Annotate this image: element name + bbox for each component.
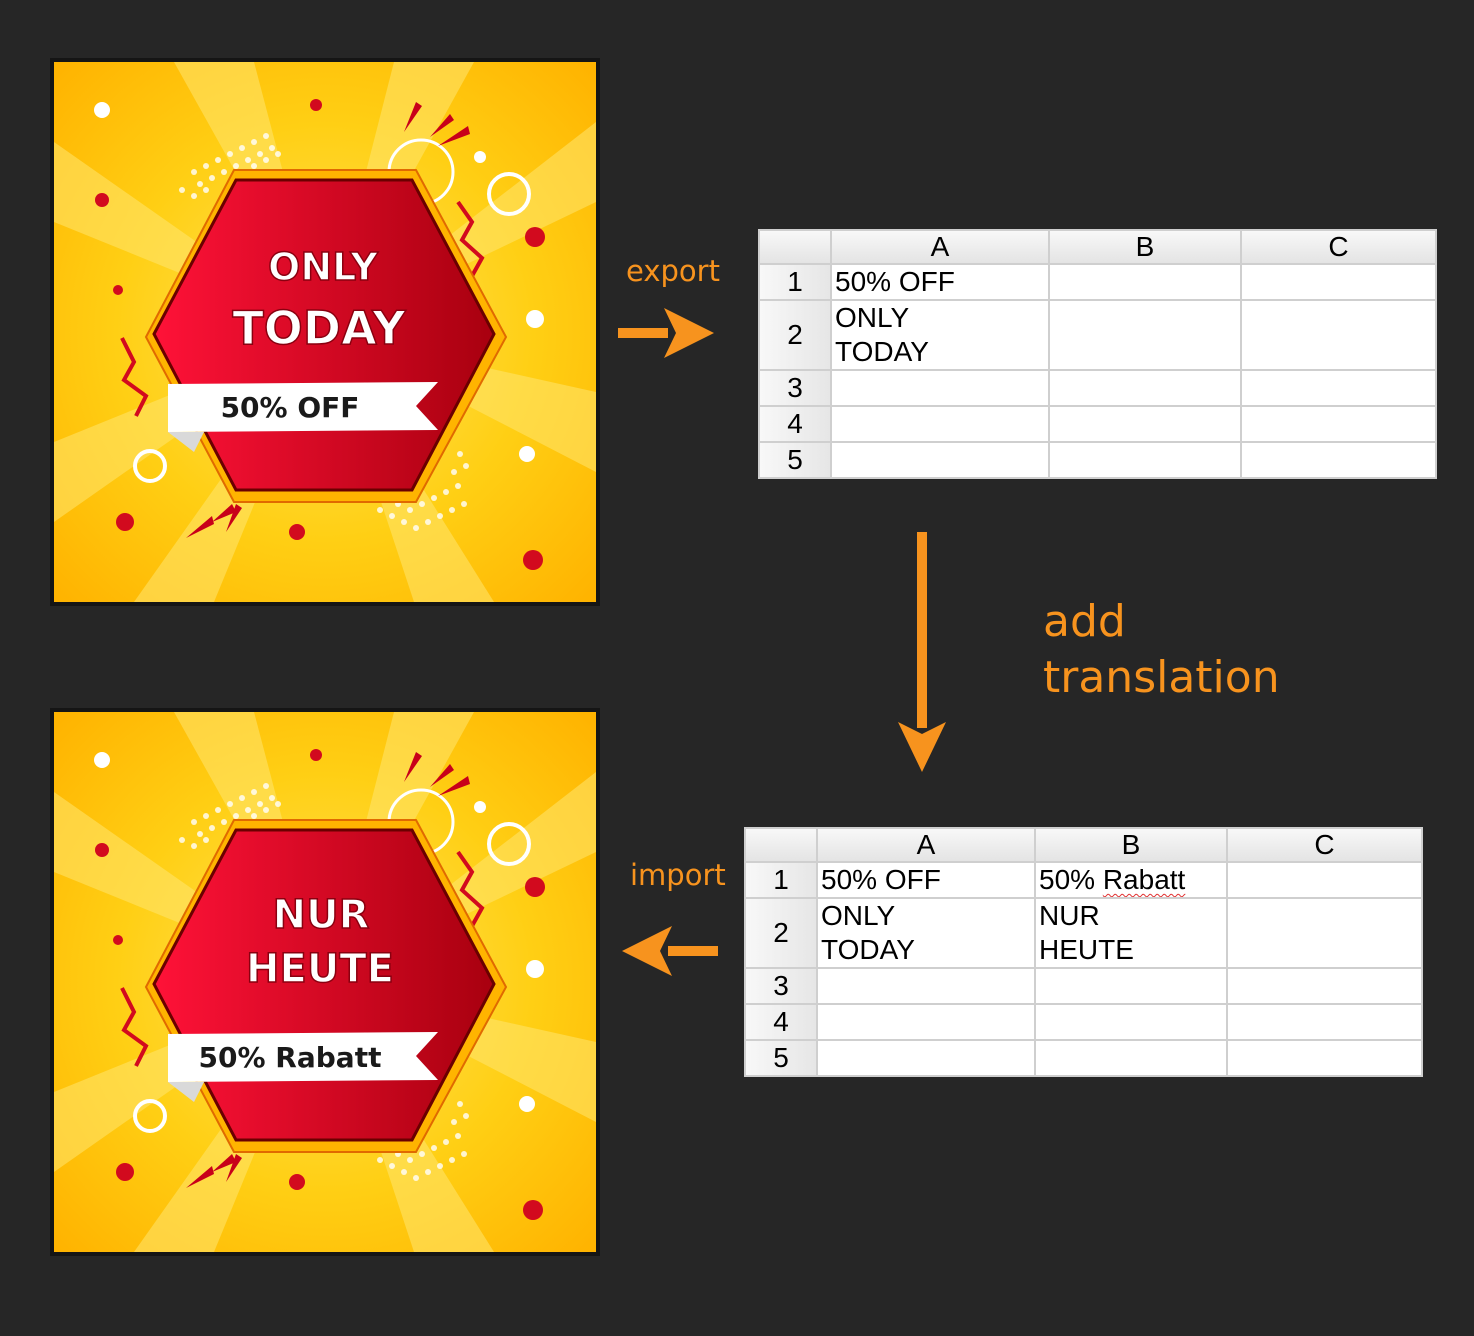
cell-b2[interactable]: NUR HEUTE xyxy=(1034,897,1228,969)
headline-line-2: TODAY xyxy=(232,301,406,355)
translated-banner-artwork: NUR HEUTE 50% Rabatt xyxy=(54,712,596,1252)
translated-banner: NUR HEUTE 50% Rabatt xyxy=(50,708,600,1256)
row-header-5[interactable]: 5 xyxy=(758,441,832,479)
column-header-a[interactable]: A xyxy=(816,827,1036,863)
row-header-3[interactable]: 3 xyxy=(758,369,832,407)
add-translation-line-2: translation xyxy=(1043,652,1280,703)
import-spreadsheet: A B C 1 50% OFF 50% Rabatt 2 ONLY TODAY … xyxy=(744,827,1423,1077)
cell-c2[interactable] xyxy=(1226,897,1423,969)
export-arrow-icon xyxy=(618,308,714,358)
cell-a2-line-1: ONLY xyxy=(821,900,896,931)
row-header-1[interactable]: 1 xyxy=(758,263,832,301)
cell-a3[interactable] xyxy=(830,369,1050,407)
cell-b4[interactable] xyxy=(1048,405,1242,443)
row-header-1[interactable]: 1 xyxy=(744,861,818,899)
corner-cell[interactable] xyxy=(744,827,818,863)
corner-cell[interactable] xyxy=(758,229,832,265)
row-header-2[interactable]: 2 xyxy=(744,897,818,969)
headline-line-1: NUR xyxy=(273,892,370,938)
cell-a4[interactable] xyxy=(830,405,1050,443)
cell-a2-line-1: ONLY xyxy=(835,302,910,333)
cell-c5[interactable] xyxy=(1240,441,1437,479)
cell-a3[interactable] xyxy=(816,967,1036,1005)
cell-a4[interactable] xyxy=(816,1003,1036,1041)
column-header-c[interactable]: C xyxy=(1240,229,1437,265)
cell-a1[interactable]: 50% OFF xyxy=(830,263,1050,301)
column-header-c[interactable]: C xyxy=(1226,827,1423,863)
column-header-b[interactable]: B xyxy=(1048,229,1242,265)
cell-c5[interactable] xyxy=(1226,1039,1423,1077)
column-header-b[interactable]: B xyxy=(1034,827,1228,863)
cell-b1[interactable]: 50% Rabatt xyxy=(1034,861,1228,899)
cell-b5[interactable] xyxy=(1034,1039,1228,1077)
row-header-3[interactable]: 3 xyxy=(744,967,818,1005)
cell-a5[interactable] xyxy=(816,1039,1036,1077)
row-header-5[interactable]: 5 xyxy=(744,1039,818,1077)
original-banner-artwork: ONLY TODAY 50% OFF xyxy=(54,62,596,602)
export-table: A B C 1 50% OFF 2 ONLY TODAY 3 4 5 xyxy=(758,229,1437,479)
cell-b2-line-1: NUR xyxy=(1039,900,1100,931)
spellcheck-flagged-word: Rabatt xyxy=(1102,864,1186,895)
cell-b5[interactable] xyxy=(1048,441,1242,479)
cell-b4[interactable] xyxy=(1034,1003,1228,1041)
cell-a2[interactable]: ONLY TODAY xyxy=(830,299,1050,371)
row-header-4[interactable]: 4 xyxy=(758,405,832,443)
add-translation-line-1: add xyxy=(1043,596,1126,647)
cell-b2-line-2: HEUTE xyxy=(1039,934,1134,965)
cell-a5[interactable] xyxy=(830,441,1050,479)
original-banner: ONLY TODAY 50% OFF xyxy=(50,58,600,606)
down-arrow-icon xyxy=(898,532,946,772)
headline-line-1: ONLY xyxy=(268,245,378,289)
cell-b3[interactable] xyxy=(1034,967,1228,1005)
import-table: A B C 1 50% OFF 50% Rabatt 2 ONLY TODAY … xyxy=(744,827,1423,1077)
ribbon-text: 50% Rabatt xyxy=(199,1041,382,1074)
row-header-4[interactable]: 4 xyxy=(744,1003,818,1041)
cell-b3[interactable] xyxy=(1048,369,1242,407)
cell-c4[interactable] xyxy=(1226,1003,1423,1041)
cell-c4[interactable] xyxy=(1240,405,1437,443)
cell-b2[interactable] xyxy=(1048,299,1242,371)
cell-c1[interactable] xyxy=(1240,263,1437,301)
add-translation-label: add translation xyxy=(1043,594,1280,706)
cell-c3[interactable] xyxy=(1240,369,1437,407)
import-label: import xyxy=(630,858,726,892)
cell-c2[interactable] xyxy=(1240,299,1437,371)
cell-c3[interactable] xyxy=(1226,967,1423,1005)
export-spreadsheet: A B C 1 50% OFF 2 ONLY TODAY 3 4 5 xyxy=(758,229,1437,479)
cell-b1-prefix: 50% xyxy=(1039,864,1103,895)
import-arrow-icon xyxy=(622,926,718,976)
export-label: export xyxy=(626,254,720,288)
column-header-a[interactable]: A xyxy=(830,229,1050,265)
cell-c1[interactable] xyxy=(1226,861,1423,899)
cell-a1[interactable]: 50% OFF xyxy=(816,861,1036,899)
cell-b1[interactable] xyxy=(1048,263,1242,301)
cell-a2-line-2: TODAY xyxy=(835,336,929,367)
cell-a2-line-2: TODAY xyxy=(821,934,915,965)
cell-a2[interactable]: ONLY TODAY xyxy=(816,897,1036,969)
row-header-2[interactable]: 2 xyxy=(758,299,832,371)
headline-line-2: HEUTE xyxy=(246,946,394,992)
ribbon-text: 50% OFF xyxy=(221,391,360,424)
